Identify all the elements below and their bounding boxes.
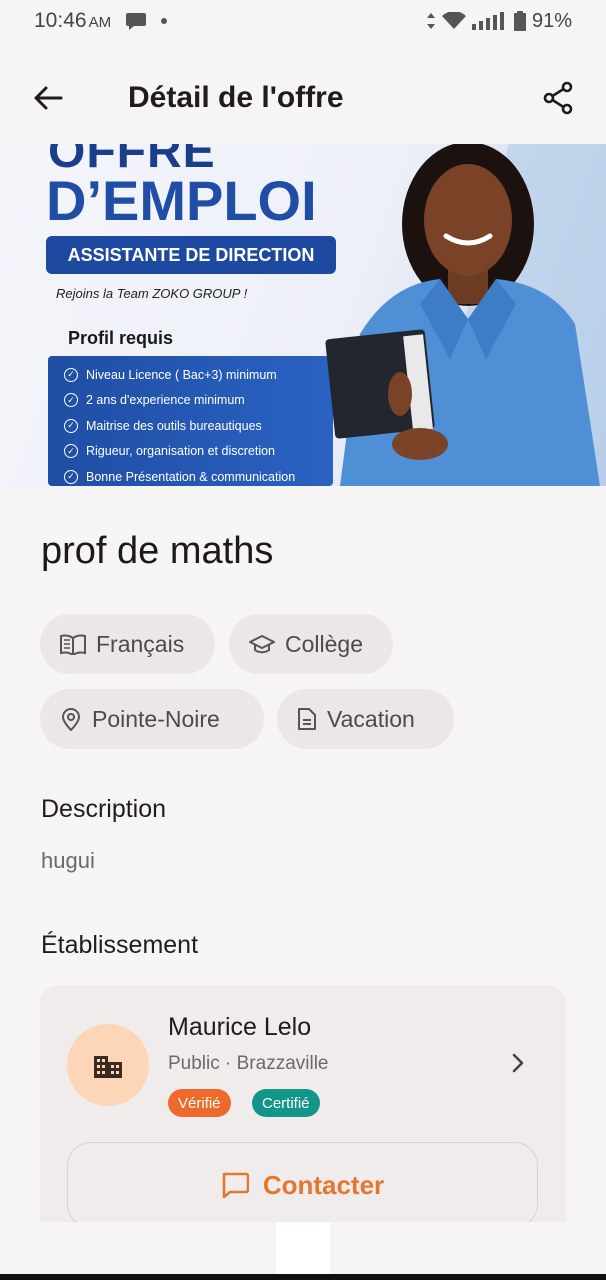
chip-language: Français xyxy=(40,614,215,674)
chip-label: Pointe-Noire xyxy=(92,705,220,732)
data-arrows-icon xyxy=(426,13,435,29)
chip-contract: Vacation xyxy=(277,689,454,749)
establishment-avatar xyxy=(67,1024,149,1106)
banner-requirement: ✓ Bonne Présentation & communication xyxy=(64,464,333,486)
contact-button[interactable]: Contacter xyxy=(67,1142,538,1225)
status-left: 10:46 AM xyxy=(34,9,168,33)
check-circle-icon: ✓ xyxy=(64,444,78,459)
status-right: 91% xyxy=(426,10,572,33)
establishment-meta: Public · Brazzaville xyxy=(168,1053,329,1074)
banner-join-text: Rejoins la Team ZOKO GROUP ! xyxy=(56,286,248,301)
battery-icon xyxy=(513,11,526,31)
banner-requirements-list: ✓ Niveau Licence ( Bac+3) minimum ✓ 2 ans … xyxy=(48,356,333,486)
check-circle-icon: ✓ xyxy=(64,469,78,484)
certified-badge: Certifié xyxy=(252,1089,320,1117)
chip-label: Collège xyxy=(285,630,363,657)
banner-requirement: ✓ Maitrise des outils bureautiques xyxy=(64,413,333,439)
notification-dot-icon xyxy=(161,18,168,24)
chip-level: Collège xyxy=(229,614,393,674)
system-navigation-bar xyxy=(0,1222,606,1280)
back-button[interactable] xyxy=(26,76,70,120)
banner-position-label: ASSISTANTE DE DIRECTION xyxy=(46,236,336,274)
graduation-cap-icon xyxy=(249,635,275,654)
clock-time: 10:46 xyxy=(34,9,87,32)
description-label: Description xyxy=(41,795,167,823)
establishment-card[interactable]: Maurice Lelo Public · Brazzaville Vérifi… xyxy=(40,985,566,1225)
clock-ampm: AM xyxy=(88,14,112,31)
contact-button-label: Contacter xyxy=(262,1169,385,1200)
signal-icon xyxy=(471,12,504,30)
share-icon xyxy=(543,81,573,115)
battery-percent: 91% xyxy=(531,9,572,32)
requirement-text: Rigueur, organisation et discretion xyxy=(86,444,276,459)
check-circle-icon: ✓ xyxy=(64,367,78,382)
share-button[interactable] xyxy=(536,76,580,120)
chevron-right-icon[interactable] xyxy=(506,1051,530,1075)
banner-profile-title: Profil requis xyxy=(68,328,174,348)
building-icon xyxy=(94,1056,122,1078)
check-circle-icon: ✓ xyxy=(64,418,78,433)
page-title: Détail de l'offre xyxy=(128,81,344,114)
requirement-text: Maitrise des outils bureautiques xyxy=(86,418,262,433)
requirement-text: 2 ans d'experience minimum xyxy=(86,393,245,408)
screen-bottom-edge xyxy=(0,1274,606,1280)
verified-badge: Vérifié xyxy=(168,1089,231,1117)
home-button[interactable] xyxy=(276,1222,330,1276)
woman-with-folder-illustration xyxy=(325,144,600,486)
description-text: hugui xyxy=(41,848,95,873)
job-offer-banner-image: OFFRE D’EMPLOI ASSISTANTE DE DIRECTION R… xyxy=(0,144,606,486)
chat-bubble-icon xyxy=(126,13,147,30)
banner-requirement: ✓ 2 ans d'experience minimum xyxy=(64,388,333,414)
status-time: 10:46 AM xyxy=(34,9,111,33)
app-bar: Détail de l'offre xyxy=(0,56,606,140)
establishment-name: Maurice Lelo xyxy=(168,1013,312,1041)
document-icon xyxy=(298,708,316,730)
chip-location: Pointe-Noire xyxy=(40,689,264,749)
status-bar: 10:46 AM 91% xyxy=(0,0,606,42)
chip-label: Vacation xyxy=(327,705,415,732)
job-title: prof de maths xyxy=(41,530,274,572)
requirement-text: Niveau Licence ( Bac+3) minimum xyxy=(86,367,277,382)
book-icon xyxy=(60,634,86,655)
requirement-text: Bonne Présentation & communication xyxy=(86,469,296,484)
banner-heading-main: D’EMPLOI xyxy=(46,169,317,232)
location-pin-icon xyxy=(61,708,81,731)
chip-label: Français xyxy=(96,630,185,657)
establishment-label: Établissement xyxy=(41,931,199,959)
banner-requirement: ✓ Rigueur, organisation et discretion xyxy=(64,439,333,465)
check-circle-icon: ✓ xyxy=(64,393,78,408)
arrow-left-icon xyxy=(34,86,63,110)
wifi-icon xyxy=(441,12,466,29)
message-icon xyxy=(222,1172,249,1198)
banner-requirement: ✓ Niveau Licence ( Bac+3) minimum xyxy=(64,362,333,388)
